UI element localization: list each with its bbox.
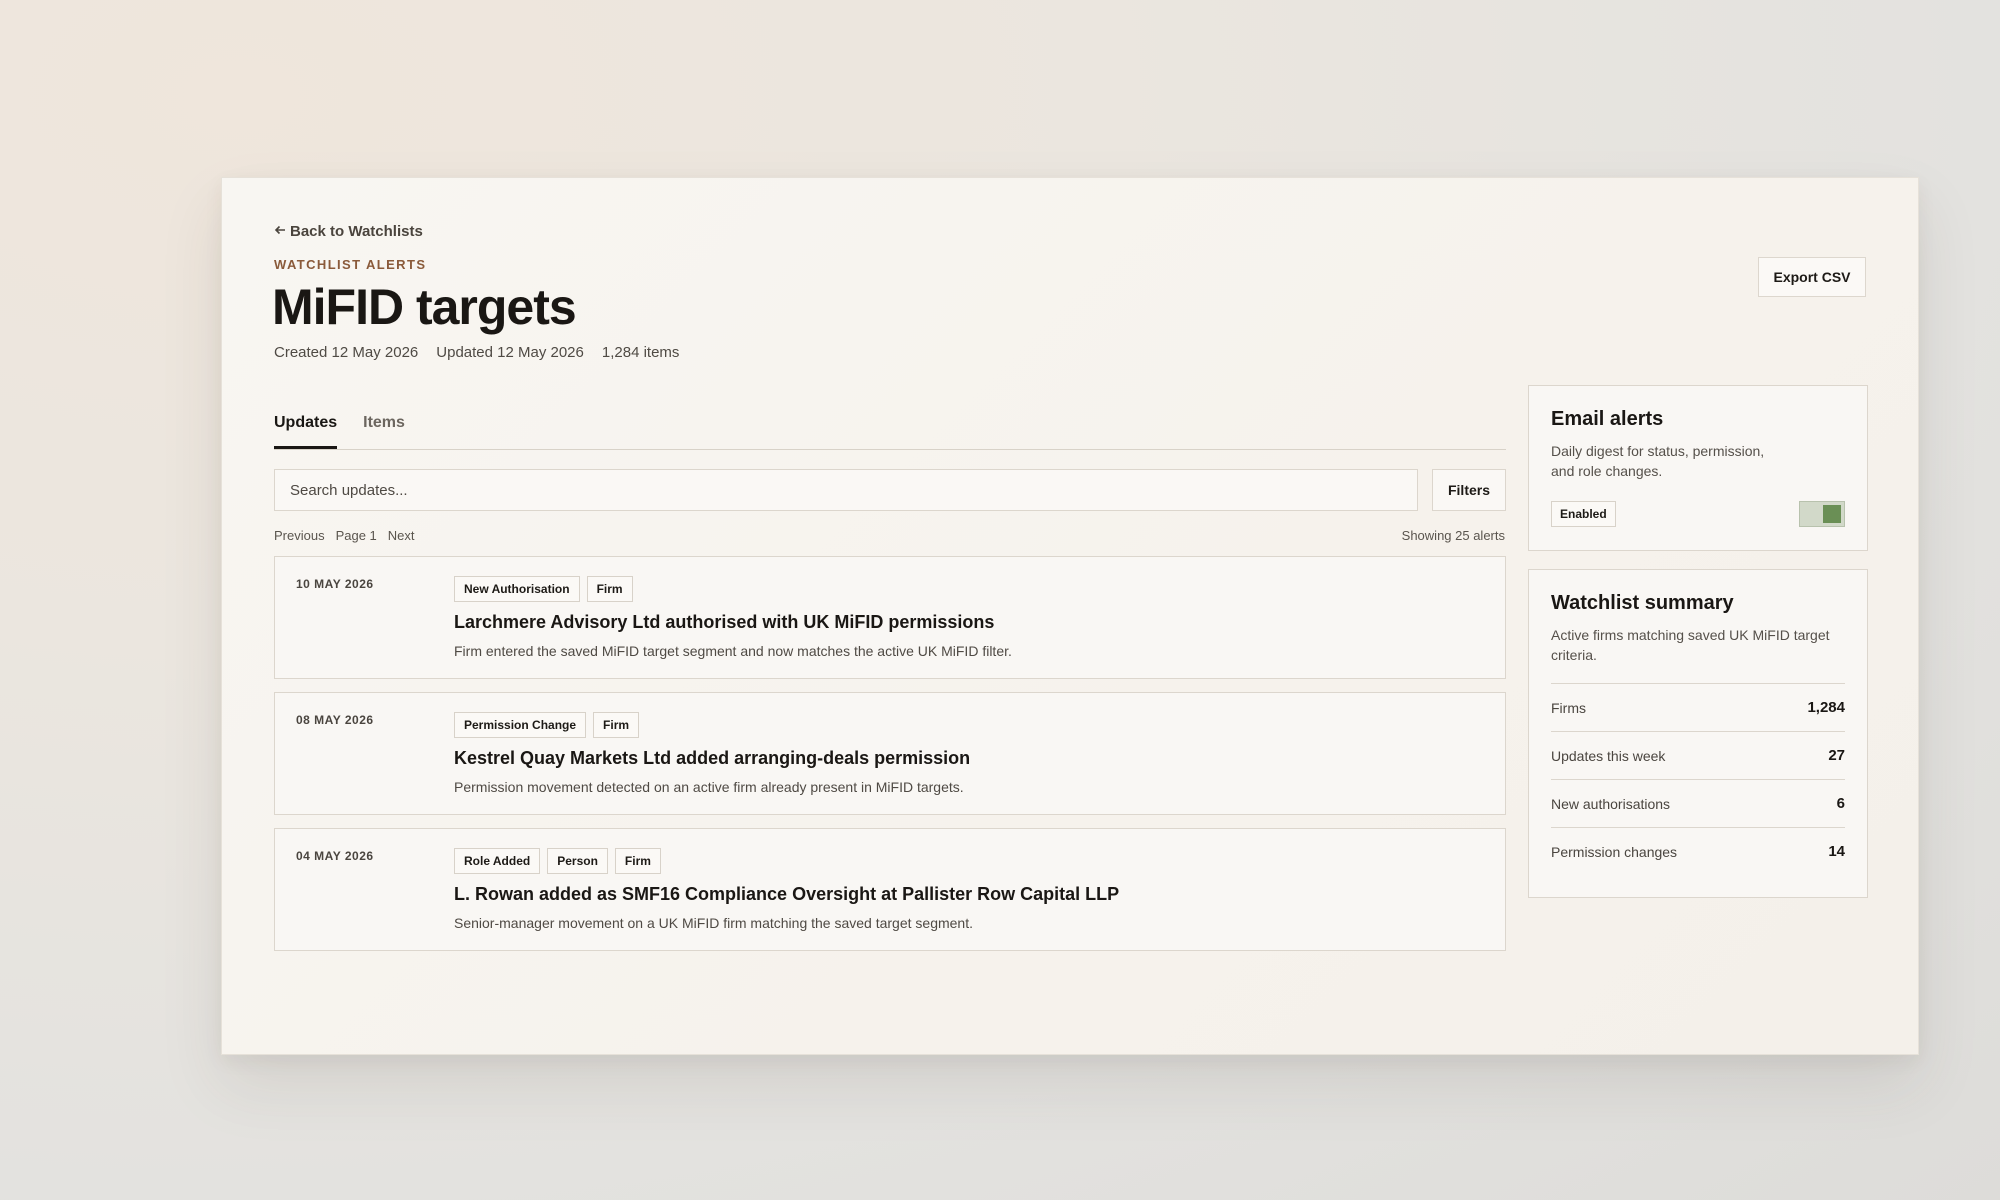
tab-bar: Updates Items [274,414,1506,450]
stat-value: 14 [1828,843,1845,860]
watchlist-summary-panel: Watchlist summary Active firms matching … [1528,569,1868,898]
stat-row: Permission changes 14 [1551,827,1845,875]
stat-label: Permission changes [1551,843,1678,860]
alert-description: Senior-manager movement on a UK MiFID fi… [454,915,973,931]
tab-updates[interactable]: Updates [274,414,338,449]
pagination: Previous Page 1 Next [274,528,415,543]
toggle-knob [1823,505,1841,523]
alert-card[interactable]: 08 MAY 2026 Permission Change Firm Kestr… [274,692,1506,815]
stat-label: Firms [1551,699,1586,716]
alert-date: 04 MAY 2026 [296,849,374,863]
alert-tags: Role Added Person Firm [454,848,661,874]
alert-card[interactable]: 10 MAY 2026 New Authorisation Firm Larch… [274,556,1506,679]
alert-description: Permission movement detected on an activ… [454,779,964,795]
back-link-label: Back to Watchlists [290,223,423,240]
page-indicator: Page 1 [335,528,377,543]
created-date: Created 12 May 2026 [274,344,419,361]
previous-page-link[interactable]: Previous [274,528,325,543]
stat-label: New authorisations [1551,795,1671,812]
alert-title[interactable]: Larchmere Advisory Ltd authorised with U… [454,612,994,633]
export-csv-button[interactable]: Export CSV [1758,257,1866,297]
tag-badge: Person [547,848,608,874]
summary-description: Active firms matching saved UK MiFID tar… [1551,627,1830,663]
alert-tags: New Authorisation Firm [454,576,633,602]
stat-label: Updates this week [1551,747,1666,764]
stat-value: 27 [1828,747,1845,764]
tag-badge: Firm [614,848,661,874]
alert-tags: Permission Change Firm [454,712,640,738]
email-alerts-toggle[interactable] [1799,501,1845,527]
email-alerts-panel: Email alerts Daily digest for status, pe… [1528,385,1868,551]
page-title: MiFID targets [272,279,577,335]
stat-row: New authorisations 6 [1551,779,1845,827]
showing-count: Showing 25 alerts [1401,528,1505,543]
stat-row: Updates this week 27 [1551,731,1845,779]
stat-value: 1,284 [1807,699,1845,716]
alert-title[interactable]: L. Rowan added as SMF16 Compliance Overs… [454,884,1119,905]
email-alerts-description: Daily digest for status, permission, and… [1551,443,1765,479]
alert-description: Firm entered the saved MiFID target segm… [454,643,1012,659]
summary-title: Watchlist summary [1551,592,1734,614]
next-page-link[interactable]: Next [388,528,415,543]
alert-date: 10 MAY 2026 [296,577,374,591]
email-alerts-title: Email alerts [1551,408,1664,430]
tag-badge: Role Added [454,848,541,874]
watchlist-meta: Created 12 May 2026 Updated 12 May 2026 … [274,344,679,361]
tag-badge: New Authorisation [454,576,580,602]
alert-card[interactable]: 04 MAY 2026 Role Added Person Firm L. Ro… [274,828,1506,951]
alert-date: 08 MAY 2026 [296,713,374,727]
updated-date: Updated 12 May 2026 [436,344,584,361]
tag-badge: Permission Change [454,712,587,738]
stat-row: Firms 1,284 [1551,683,1845,731]
tag-badge: Firm [586,576,633,602]
tab-items[interactable]: Items [363,414,405,449]
stat-value: 6 [1836,795,1845,812]
summary-stats: Firms 1,284 Updates this week 27 New aut… [1551,683,1845,875]
alert-title[interactable]: Kestrel Quay Markets Ltd added arranging… [454,748,970,769]
status-badge: Enabled [1551,501,1616,527]
page-eyebrow: WATCHLIST ALERTS [274,257,427,272]
search-input[interactable] [274,469,1418,511]
alert-list: 10 MAY 2026 New Authorisation Firm Larch… [274,556,1506,964]
arrow-left-icon [274,223,286,240]
app-window: Back to Watchlists WATCHLIST ALERTS MiFI… [221,177,1919,1055]
items-count: 1,284 items [601,344,680,361]
filters-button[interactable]: Filters [1432,469,1506,511]
tag-badge: Firm [593,712,640,738]
back-to-watchlists-link[interactable]: Back to Watchlists [274,223,423,240]
